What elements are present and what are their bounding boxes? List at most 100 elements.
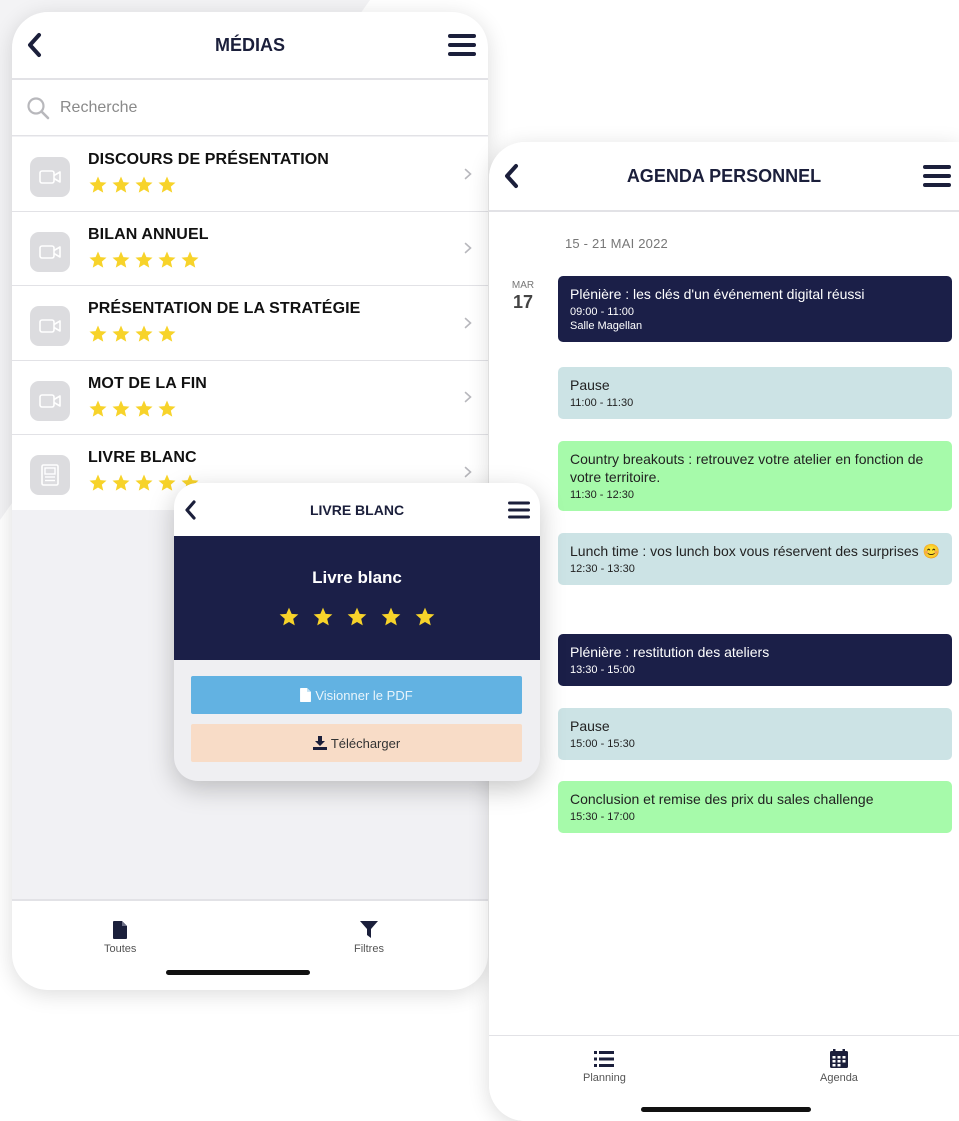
event-title: Lunch time : vos lunch box vous réserven… — [570, 543, 940, 559]
media-text: BILAN ANNUEL — [88, 226, 209, 270]
download-button[interactable]: Télécharger — [191, 724, 522, 762]
star-icon — [89, 474, 107, 491]
media-title: LIVRE BLANC — [88, 449, 197, 466]
event-title: Plénière : les clés d'un événement digit… — [570, 286, 865, 302]
tab-label: Filtres — [354, 943, 384, 955]
search-input[interactable] — [60, 98, 440, 117]
agenda-header: AGENDA PERSONNEL — [489, 142, 959, 212]
event-title: Conclusion et remise des prix du sales c… — [570, 791, 874, 807]
star-icon — [158, 400, 176, 417]
tab-agenda[interactable]: Agenda — [820, 1048, 858, 1084]
star-icon — [112, 325, 130, 342]
document-icon — [41, 464, 59, 486]
list-icon — [594, 1051, 615, 1067]
search-icon — [27, 96, 50, 119]
tab-filtres[interactable]: Filtres — [354, 919, 384, 955]
agenda-event[interactable]: Lunch time : vos lunch box vous réserven… — [558, 533, 952, 585]
star-icon — [381, 607, 401, 626]
agenda-tab-bar: Planning Agenda — [489, 1035, 959, 1121]
star-icon — [89, 325, 107, 342]
agenda-event[interactable]: Country breakouts : retrouvez votre atel… — [558, 441, 952, 511]
star-icon — [89, 251, 107, 268]
filter-icon — [359, 921, 378, 938]
event-time: 11:00 - 11:30 — [570, 397, 634, 409]
menu-button[interactable] — [923, 142, 951, 210]
page-title: MÉDIAS — [214, 34, 285, 55]
calendar-icon — [829, 1049, 848, 1068]
rating-stars — [88, 175, 329, 195]
agenda-event[interactable]: Plénière : les clés d'un événement digit… — [558, 276, 952, 342]
livre-blanc-header: LIVRE BLANC — [174, 483, 540, 536]
star-icon — [135, 251, 153, 268]
tab-toutes[interactable]: Toutes — [104, 919, 136, 955]
event-time: 15:00 - 15:30 — [570, 738, 635, 750]
agenda-screen: AGENDA PERSONNEL 15 - 21 MAI 2022 MAR 17… — [489, 142, 959, 1121]
menu-button[interactable] — [448, 12, 476, 78]
video-icon — [39, 170, 61, 184]
media-list-item[interactable]: MOT DE LA FIN — [12, 361, 488, 435]
media-list: DISCOURS DE PRÉSENTATION BILAN ANNUEL PRÉS… — [12, 137, 488, 510]
star-icon — [347, 607, 367, 626]
card-title: LIVRE BLANC — [309, 501, 405, 518]
star-icon — [89, 176, 107, 193]
home-indicator — [641, 1107, 811, 1112]
rating-stars — [88, 324, 360, 344]
star-icon — [158, 176, 176, 193]
chevron-right-icon — [464, 286, 472, 360]
event-time: 09:00 - 11:00 — [570, 306, 635, 318]
media-thumbnail — [30, 231, 70, 272]
media-list-item[interactable]: PRÉSENTATION DE LA STRATÉGIE — [12, 286, 488, 361]
media-title: PRÉSENTATION DE LA STRATÉGIE — [88, 300, 361, 317]
week-range: 15 - 21 MAI 2022 — [565, 236, 668, 251]
hamburger-icon — [508, 501, 530, 518]
media-list-item[interactable]: BILAN ANNUEL — [12, 212, 488, 286]
media-list-item[interactable]: DISCOURS DE PRÉSENTATION — [12, 137, 488, 212]
star-icon — [89, 400, 107, 417]
star-icon — [112, 400, 130, 417]
media-title: DISCOURS DE PRÉSENTATION — [88, 151, 329, 168]
file-icon — [113, 921, 128, 939]
download-icon — [312, 736, 327, 750]
menu-button[interactable] — [508, 483, 530, 536]
video-icon — [39, 393, 61, 408]
event-time: 11:30 - 12:30 — [570, 489, 635, 501]
agenda-event[interactable]: Pause 11:00 - 11:30 — [558, 367, 952, 419]
event-time: 12:30 - 13:30 — [570, 563, 635, 575]
star-icon — [158, 325, 176, 342]
file-icon — [300, 688, 312, 702]
hamburger-icon — [923, 165, 951, 187]
day-label: MAR 17 — [509, 280, 537, 313]
event-time: 15:30 - 17:00 — [570, 811, 635, 823]
tab-label: Toutes — [104, 943, 137, 955]
rating-stars — [88, 399, 207, 419]
chevron-right-icon — [464, 361, 472, 435]
agenda-event[interactable]: Pause 15:00 - 15:30 — [558, 708, 952, 760]
media-thumbnail — [30, 455, 70, 495]
agenda-event[interactable]: Conclusion et remise des prix du sales c… — [558, 781, 952, 833]
rating-stars — [88, 250, 209, 270]
view-pdf-label: Visionner le PDF — [315, 687, 413, 703]
star-icon — [279, 607, 299, 626]
star-icon — [135, 176, 153, 193]
day-of-week: MAR — [511, 280, 535, 291]
event-title: Plénière : restitution des ateliers — [570, 644, 770, 660]
star-icon — [313, 607, 333, 626]
video-icon — [39, 319, 61, 333]
video-icon — [39, 244, 61, 259]
star-icon — [135, 325, 153, 342]
event-title: Pause — [570, 718, 610, 734]
view-pdf-button[interactable]: Visionner le PDF — [191, 676, 522, 714]
star-icon — [112, 176, 130, 193]
star-icon — [181, 251, 199, 268]
chevron-right-icon — [464, 212, 472, 286]
agenda-event[interactable]: Plénière : restitution des ateliers 13:30… — [558, 634, 952, 686]
media-thumbnail — [30, 157, 70, 197]
star-icon — [135, 474, 153, 491]
livre-blanc-card: LIVRE BLANC Livre blanc Visionner le PDF… — [174, 483, 540, 781]
star-icon — [112, 251, 130, 268]
tab-planning[interactable]: Planning — [583, 1048, 626, 1084]
medias-tab-bar: Toutes Filtres — [12, 899, 488, 990]
star-icon — [415, 607, 435, 626]
rating-stars — [174, 606, 540, 628]
media-thumbnail — [30, 380, 70, 421]
